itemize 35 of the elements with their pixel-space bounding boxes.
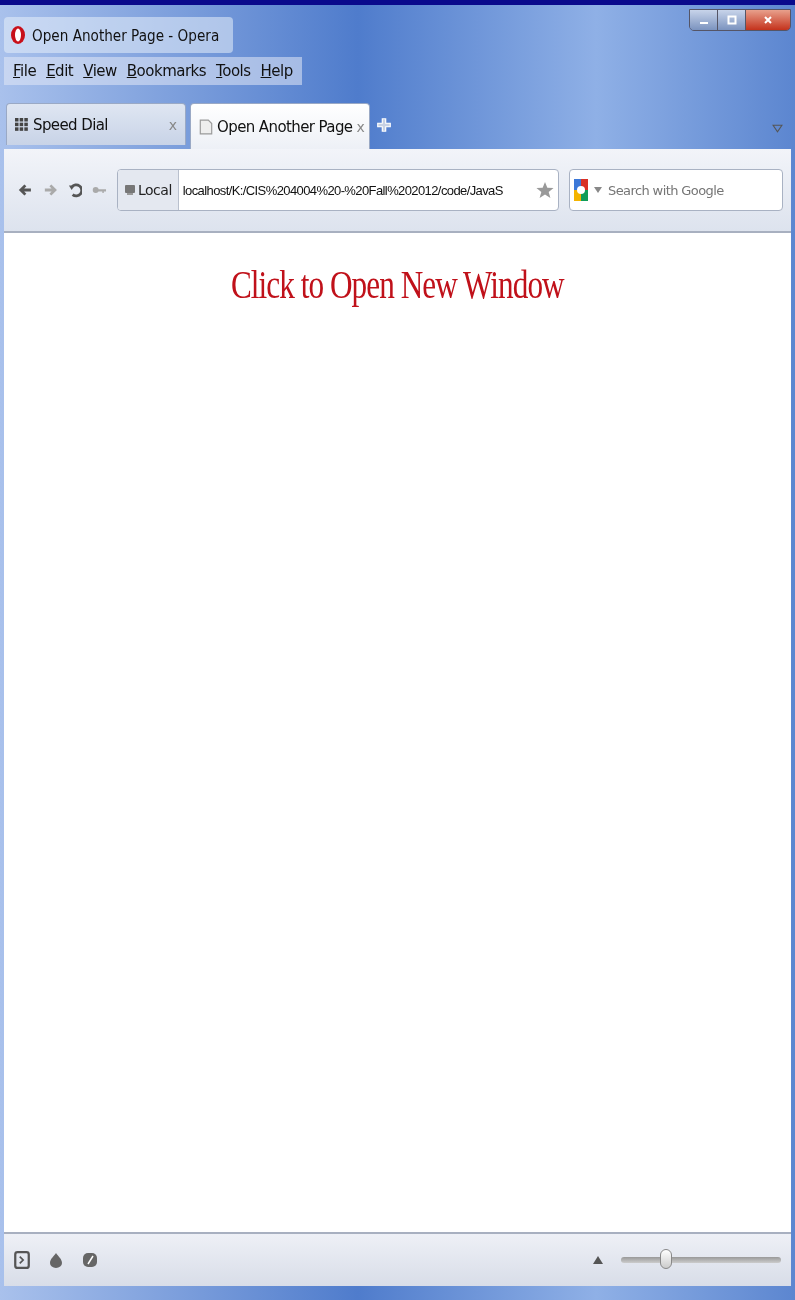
menu-item[interactable]: Edit — [45, 62, 75, 80]
maximize-button[interactable] — [718, 10, 746, 30]
monitor-icon — [124, 184, 136, 196]
menu-item[interactable]: Tools — [215, 62, 252, 80]
security-badge-label: Local — [138, 182, 172, 198]
star-icon[interactable] — [536, 181, 554, 199]
tab-label: Open Another Page — [217, 117, 353, 136]
zoom-slider[interactable] — [621, 1249, 781, 1271]
menu-item[interactable]: File — [12, 62, 38, 80]
opera-logo-icon — [10, 24, 26, 46]
minimize-button[interactable] — [690, 10, 718, 30]
document-icon — [199, 118, 213, 135]
page-heading-link[interactable]: Click to Open New Window — [231, 261, 564, 308]
grid-icon — [15, 116, 29, 133]
close-icon — [763, 15, 773, 25]
search-box[interactable]: Search with Google — [569, 169, 783, 211]
zoom-up-icon[interactable] — [593, 1256, 603, 1264]
tab-label: Speed Dial — [33, 115, 109, 134]
url-text: localhost/K:/CIS%204004%20-%20Fall%202012/code/JavaS — [181, 182, 504, 198]
reload-icon[interactable] — [67, 181, 83, 199]
menu-item[interactable]: Help — [259, 62, 294, 80]
browser-tab[interactable]: Open Another Page x — [190, 103, 370, 149]
minimize-icon — [699, 22, 708, 24]
close-button[interactable] — [746, 10, 790, 30]
menu-item[interactable]: View — [82, 62, 118, 80]
new-tab-icon[interactable] — [376, 117, 392, 133]
maximize-icon — [726, 15, 737, 25]
search-engine-icon[interactable] — [574, 179, 588, 201]
browser-tab[interactable]: Speed Dial x — [6, 103, 186, 145]
panel-toggle-icon[interactable] — [14, 1251, 30, 1269]
search-field[interactable]: Search with Google — [608, 182, 778, 198]
address-field[interactable]: Local localhost/K:/CIS%204004%20-%20Fall%202012/code/JavaS — [117, 169, 559, 211]
menu-item[interactable]: Bookmarks — [125, 62, 208, 80]
window-title: Open Another Page - Opera — [32, 25, 220, 45]
caret-icon[interactable] — [594, 187, 602, 193]
